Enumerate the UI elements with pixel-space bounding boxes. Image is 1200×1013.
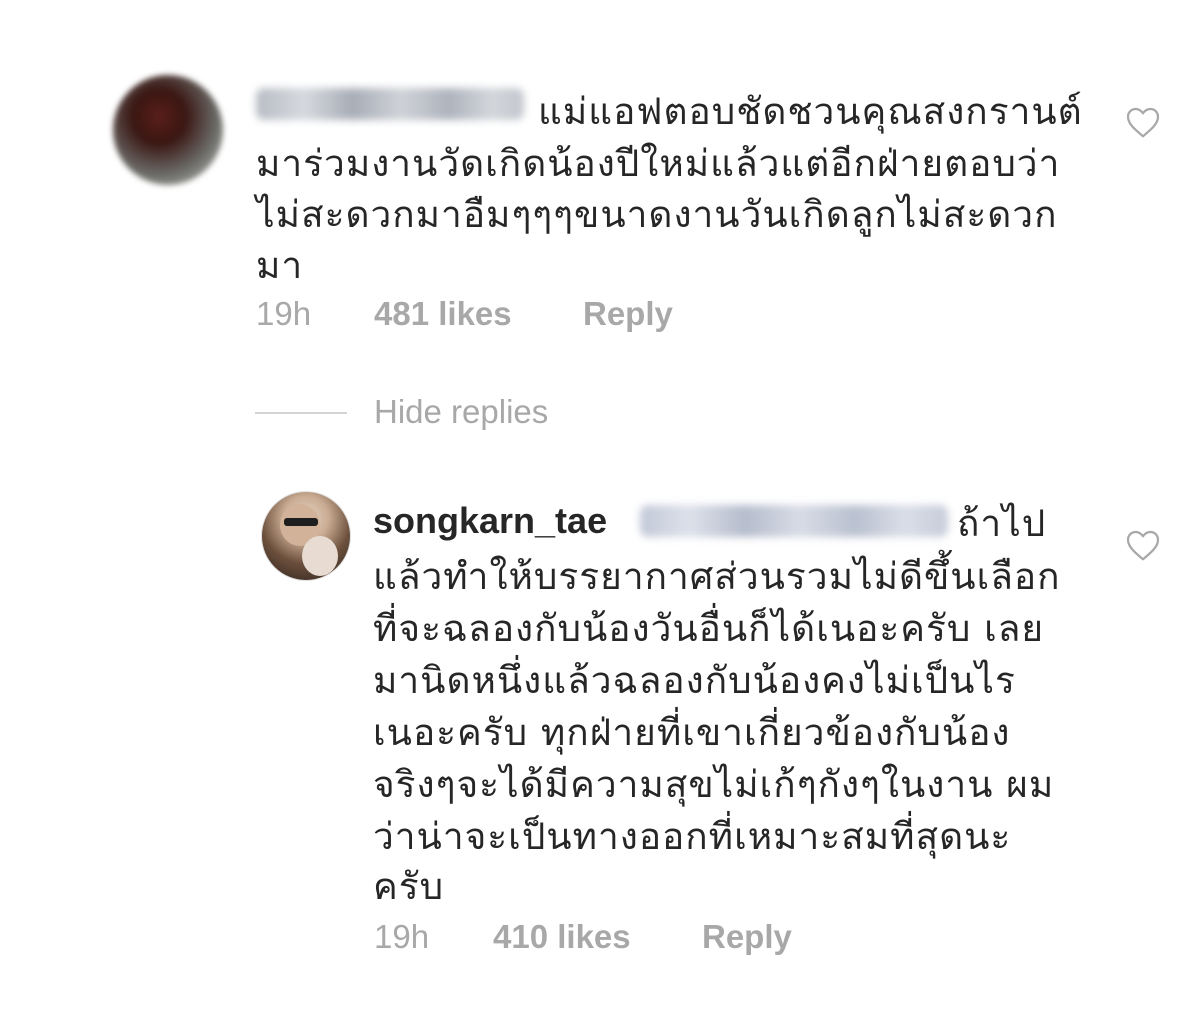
reply-line: ถ้าไป (957, 502, 1047, 545)
avatar[interactable] (113, 75, 223, 185)
username[interactable]: songkarn_tae (373, 500, 607, 542)
blurred-username[interactable] (256, 88, 524, 120)
heart-outline-icon[interactable] (1125, 528, 1161, 562)
reply-line: แล้วทำให้บรรยากาศส่วนรวมไม่ดีขึ้นเลือก (373, 555, 1061, 598)
divider (255, 412, 347, 414)
reply-line: จริงๆจะได้มีความสุขไม่เก้ๆกังๆในงาน ผม (373, 763, 1055, 806)
reply-line: มานิดหนึ่งแล้วฉลองกับน้องคงไม่เป็นไร (373, 659, 1016, 702)
avatar-glasses (284, 518, 318, 526)
avatar-child (302, 536, 338, 576)
comment-line: ไม่สะดวกมาอืมๆๆๆขนาดงานวันเกิดลูกไม่สะดว… (256, 193, 1058, 236)
hide-replies-button[interactable]: Hide replies (374, 393, 548, 431)
reply-line: เนอะครับ ทุกฝ่ายที่เขาเกี่ยวข้องกับน้อง (373, 711, 1011, 754)
reply-button[interactable]: Reply (702, 918, 792, 956)
comment-line: แม่แอฟตอบชัดชวนคุณสงกรานต์ (538, 90, 1083, 133)
comment-line: มา (256, 244, 304, 287)
comment-time: 19h (256, 295, 312, 332)
heart-outline-icon[interactable] (1125, 105, 1161, 139)
reply-line: ครับ (373, 865, 445, 908)
avatar[interactable] (261, 491, 351, 581)
reply-time: 19h (374, 918, 430, 955)
likes-count[interactable]: 481 likes (374, 295, 512, 333)
reply-line: ที่จะฉลองกับน้องวันอื่นก็ได้เนอะครับ เลย (373, 607, 1045, 650)
blurred-mention[interactable] (640, 505, 948, 537)
likes-count[interactable]: 410 likes (493, 918, 631, 956)
reply-line: ว่าน่าจะเป็นทางออกที่เหมาะสมที่สุดนะ (373, 815, 1012, 858)
comment-line: มาร่วมงานวัดเกิดน้องปีใหม่แล้วแต่อีกฝ่าย… (256, 142, 1061, 185)
reply-button[interactable]: Reply (583, 295, 673, 333)
